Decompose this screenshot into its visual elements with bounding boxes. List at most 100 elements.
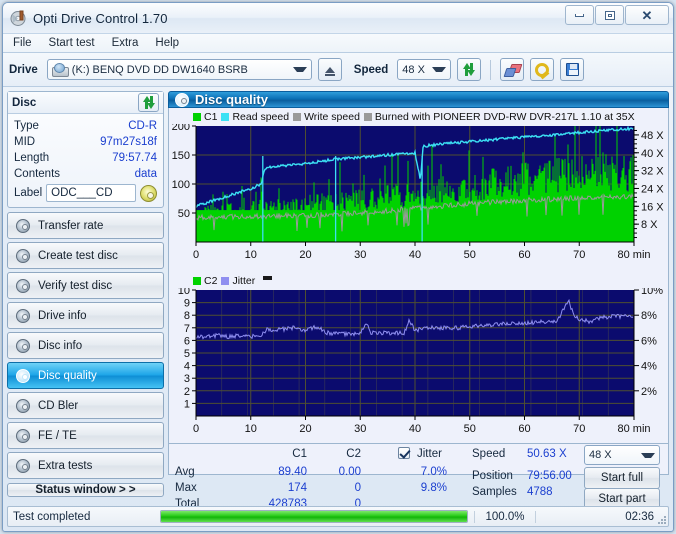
svg-text:50: 50 [178, 208, 190, 220]
menu-item-start-test[interactable]: Start test [49, 37, 95, 49]
window-controls: ✕ [564, 5, 669, 25]
progress-bar-fill [161, 511, 467, 522]
svg-text:10: 10 [245, 249, 257, 261]
sidebar-item-verify-test-disc[interactable]: Verify test disc [7, 272, 164, 299]
menu-item-help[interactable]: Help [155, 37, 179, 49]
disc-label-input[interactable]: ODC___CD [46, 184, 136, 202]
refresh-icon [462, 63, 476, 76]
chevron-down-icon [641, 452, 655, 458]
disc-quality-icon [175, 92, 189, 107]
speed-select[interactable]: 48 X [397, 59, 452, 80]
charts-container: C1 Read speed Write speed Burned with PI… [168, 108, 669, 444]
svg-text:9: 9 [184, 298, 190, 310]
menu-item-extra[interactable]: Extra [112, 37, 139, 49]
save-button[interactable] [560, 58, 585, 81]
sidebar-item-label: Disc info [38, 339, 83, 352]
elapsed-time: 02:36 [625, 510, 654, 523]
floppy-disk-icon [565, 63, 579, 76]
svg-text:48 X: 48 X [641, 130, 664, 142]
legend-item-c2: C2 [193, 275, 217, 287]
result-speed-select[interactable]: 48 X [584, 445, 660, 465]
statistics-panel: C1 C2 Jitter Avg 89.40 0.00 7.0% Max 174… [168, 444, 669, 510]
legend-swatch [221, 113, 230, 121]
cd-disc-icon[interactable] [140, 184, 157, 202]
jitter-legend: C2 Jitter [171, 274, 666, 288]
legend-item-read-speed: Read speed [221, 111, 289, 123]
svg-text:40: 40 [409, 423, 421, 435]
minimize-button[interactable] [565, 5, 594, 25]
svg-text:6: 6 [184, 335, 190, 347]
legend-label: Jitter [232, 275, 256, 287]
legend-label: C1 [204, 111, 218, 123]
stats-col-c1: C1 [292, 448, 307, 460]
svg-text:8 X: 8 X [641, 219, 658, 231]
sidebar-nav: Transfer rate Create test disc Verify te… [7, 212, 164, 479]
chevron-down-icon [292, 67, 307, 72]
sidebar-item-disc-quality[interactable]: Disc quality [7, 362, 164, 389]
stats-col-c2: C2 [346, 448, 361, 460]
disc-row-contents: Contents data [14, 166, 157, 182]
sidebar-item-fe-te[interactable]: FE / TE [7, 422, 164, 449]
start-part-label: Start part [598, 493, 646, 505]
sidebar-item-drive-info[interactable]: Drive info [7, 302, 164, 329]
sidebar-item-create-test-disc[interactable]: Create test disc [7, 242, 164, 269]
legend-swatch [221, 277, 230, 285]
start-full-button[interactable]: Start full [584, 467, 660, 489]
svg-text:0: 0 [193, 423, 199, 435]
tools-button[interactable] [530, 58, 555, 81]
resize-grip[interactable] [656, 514, 666, 524]
refresh-icon [142, 96, 156, 109]
close-button[interactable]: ✕ [625, 5, 669, 25]
sidebar-item-label: Transfer rate [38, 219, 104, 232]
svg-text:200: 200 [172, 124, 190, 133]
jitter-checkbox[interactable] [398, 447, 410, 460]
disc-icon [16, 338, 30, 353]
refresh-button[interactable] [457, 58, 482, 81]
stats-row-max-label: Max [175, 482, 197, 494]
sidebar-item-label: Disc quality [38, 369, 97, 382]
sidebar-item-extra-tests[interactable]: Extra tests [7, 452, 164, 479]
sidebar-item-label: Create test disc [38, 249, 118, 262]
start-full-label: Start full [600, 472, 644, 484]
svg-text:2: 2 [184, 386, 190, 398]
sidebar-item-transfer-rate[interactable]: Transfer rate [7, 212, 164, 239]
stats-max-jitter: 9.8% [420, 482, 447, 494]
drive-select[interactable]: (K:) BENQ DVD DD DW1640 BSRB [46, 59, 312, 80]
disc-row-mid: MID 97m27s18f [14, 134, 157, 150]
eject-button[interactable] [317, 58, 342, 81]
stats-max-c1: 174 [287, 482, 307, 494]
c1-plot[interactable]: 50 100 150 200 8 X 16 X 24 X 32 X 40 X 48 X 0 10 20 3… [171, 121, 666, 272]
close-icon: ✕ [641, 7, 653, 23]
svg-text:10%: 10% [641, 288, 663, 297]
disc-icon [16, 308, 30, 323]
sidebar-item-disc-info[interactable]: Disc info [7, 332, 164, 359]
disc-icon [16, 248, 30, 263]
disc-row-contents-key: Contents [14, 168, 61, 180]
status-window-button[interactable]: Status window > > [7, 483, 164, 497]
drive-select-value: (K:) BENQ DVD DD DW1640 BSRB [71, 63, 248, 76]
svg-text:7: 7 [184, 323, 190, 335]
wrench-icon [535, 63, 550, 77]
sidebar-item-cd-bler[interactable]: CD Bler [7, 392, 164, 419]
c1-chart-block: C1 Read speed Write speed Burned with PI… [171, 110, 666, 272]
maximize-button[interactable] [595, 5, 624, 25]
disc-refresh-button[interactable] [138, 93, 159, 112]
svg-text:70: 70 [573, 249, 585, 261]
legend-item-c1: C1 [193, 111, 217, 123]
progress-bar [160, 510, 468, 523]
svg-text:5: 5 [184, 348, 190, 360]
legend-swatch [293, 113, 302, 121]
svg-text:100: 100 [172, 179, 190, 191]
legend-label: Read speed [232, 111, 290, 123]
legend-swatch [193, 277, 201, 285]
svg-text:70: 70 [573, 423, 585, 435]
svg-text:60: 60 [518, 423, 530, 435]
svg-text:150: 150 [172, 150, 190, 162]
svg-text:4%: 4% [641, 361, 657, 373]
jitter-plot[interactable]: 1 2 3 4 5 6 7 8 9 10 2% 4% 6% 8% 10% 0 10 20 30 40 50 60 70 80 … [171, 285, 666, 443]
samples-value: 4788 [527, 486, 553, 498]
legend-item-write-speed: Write speed [293, 111, 360, 123]
erase-button[interactable] [500, 58, 525, 81]
sidebar-item-label: FE / TE [38, 429, 77, 442]
menu-item-file[interactable]: File [13, 37, 32, 49]
